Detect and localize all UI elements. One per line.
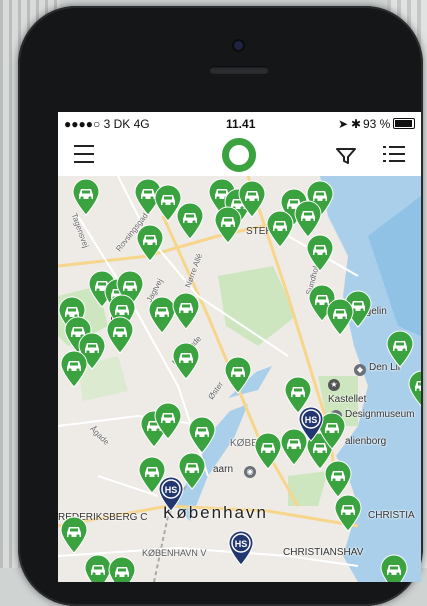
car-pin-icon[interactable] bbox=[266, 210, 294, 248]
bluetooth-icon: ✱ bbox=[351, 117, 362, 131]
car-pin-icon[interactable] bbox=[60, 516, 88, 554]
map-label-amalienborg: alienborg bbox=[345, 436, 387, 447]
filter-funnel-icon[interactable] bbox=[336, 147, 356, 165]
app-bar bbox=[58, 134, 421, 177]
status-bar: ●●●●○ 3 DK 4G 11.41 ➤ ✱ 93 % bbox=[58, 112, 421, 134]
car-pin-icon[interactable] bbox=[72, 178, 100, 216]
hamburger-menu-icon[interactable] bbox=[74, 145, 94, 163]
car-pin-icon[interactable] bbox=[380, 554, 408, 582]
car-pin-icon[interactable] bbox=[136, 224, 164, 262]
green-ring-logo bbox=[222, 138, 256, 172]
car-pin-icon[interactable] bbox=[214, 206, 242, 244]
poi-den-lille-icon: ◆ bbox=[354, 364, 366, 376]
car-pin-icon[interactable] bbox=[172, 292, 200, 330]
app-screen: ●●●●○ 3 DK 4G 11.41 ➤ ✱ 93 % Tagensvej R… bbox=[58, 112, 421, 582]
car-pin-icon[interactable] bbox=[254, 432, 282, 470]
car-pin-icon[interactable] bbox=[294, 200, 322, 238]
car-pin-icon[interactable] bbox=[176, 202, 204, 240]
svg-text:HS: HS bbox=[305, 415, 318, 425]
car-pin-icon[interactable] bbox=[408, 370, 421, 408]
car-pin-icon[interactable] bbox=[326, 298, 354, 336]
map-label-christianshavn: CHRISTIANSHAV bbox=[283, 547, 364, 558]
car-pin-icon[interactable] bbox=[188, 416, 216, 454]
map-label-kobenhavn-v: KØBENHAVN V bbox=[142, 548, 207, 558]
car-pin-icon[interactable] bbox=[334, 494, 362, 532]
carrier-signal: ●●●●○ 3 DK 4G bbox=[64, 117, 150, 131]
car-pin-icon[interactable] bbox=[306, 234, 334, 272]
map-label-christia: CHRISTIA bbox=[368, 510, 415, 521]
car-pin-icon[interactable] bbox=[224, 356, 252, 394]
map-label-raadhus: aarn bbox=[213, 464, 234, 475]
map-label-designmuseum: Designmuseum bbox=[345, 409, 415, 420]
car-pin-icon[interactable] bbox=[106, 316, 134, 354]
car-pin-icon[interactable] bbox=[172, 342, 200, 380]
car-pin-icon[interactable] bbox=[60, 350, 88, 388]
battery-icon bbox=[393, 118, 415, 129]
car-pin-icon[interactable] bbox=[386, 330, 414, 368]
svg-text:HS: HS bbox=[165, 485, 178, 495]
phone-frame: ●●●●○ 3 DK 4G 11.41 ➤ ✱ 93 % Tagensvej R… bbox=[18, 6, 423, 606]
list-view-icon[interactable] bbox=[383, 145, 405, 163]
earpiece-speaker bbox=[209, 66, 269, 74]
front-camera bbox=[234, 41, 243, 50]
battery-percent: 93 % bbox=[363, 117, 391, 131]
svg-text:HS: HS bbox=[235, 539, 248, 549]
hs-station-pin-icon[interactable]: HS bbox=[298, 406, 324, 442]
map-view[interactable]: Tagensvej Rovsingsgade Jagtvej Møllegade… bbox=[58, 176, 421, 582]
poi-kastellet-icon: ★ bbox=[328, 379, 340, 391]
status-time: 11.41 bbox=[226, 117, 256, 131]
car-pin-icon[interactable] bbox=[238, 180, 266, 218]
location-arrow-icon: ➤ bbox=[338, 117, 349, 131]
car-pin-icon[interactable] bbox=[154, 402, 182, 440]
hs-station-pin-icon[interactable]: HS bbox=[158, 476, 184, 512]
map-label-kastellet: Kastellet bbox=[328, 394, 367, 405]
car-pin-icon[interactable] bbox=[324, 460, 352, 498]
hs-station-pin-icon[interactable]: HS bbox=[228, 530, 254, 566]
car-pin-icon[interactable] bbox=[108, 556, 136, 582]
